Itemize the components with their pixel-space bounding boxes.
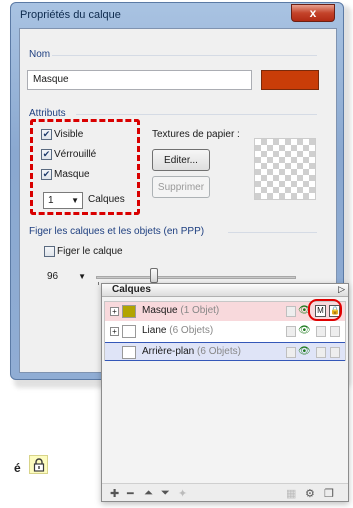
remove-layer-icon[interactable]: ━ — [127, 487, 134, 500]
attributes-group-label: Attributs — [29, 108, 66, 119]
chevron-down-icon: ▼ — [78, 272, 86, 281]
locked-checkbox[interactable]: ✔ Vérrouillé — [41, 149, 96, 160]
print-toggle-icon[interactable] — [286, 306, 296, 317]
layer-thumbnail — [122, 305, 136, 318]
layer-count-select[interactable]: 1 ▼ — [43, 192, 83, 209]
close-button[interactable]: x — [291, 4, 335, 22]
move-up-icon[interactable]: ⏶ — [144, 487, 153, 500]
pin-group-label: Figer les calques et les objets (en PPP) — [29, 226, 205, 237]
visible-label: Visible — [54, 129, 84, 140]
name-group-label: Nom — [29, 49, 51, 60]
name-group-line — [52, 55, 317, 56]
print-toggle-icon[interactable] — [286, 347, 296, 358]
add-layer-icon[interactable]: ✚ — [110, 487, 119, 500]
pin-group-line — [228, 232, 317, 233]
layer-row-liane[interactable]: + Liane (6 Objets) 👁 — [105, 322, 345, 341]
layer-name-input[interactable]: Masque — [27, 70, 252, 90]
expand-icon[interactable]: + — [110, 307, 119, 316]
lock-icon — [29, 455, 48, 474]
check-icon: ✔ — [41, 169, 52, 180]
ppp-select[interactable]: 96 ▼ — [42, 268, 90, 285]
lock-toggle-icon[interactable] — [330, 347, 340, 358]
layer-row-background[interactable]: Arrière-plan (6 Objets) 👁 — [105, 342, 345, 361]
lock-toggle-icon[interactable] — [330, 326, 340, 337]
layer-count-value: 1 — [48, 195, 54, 206]
mask-toggle-icon[interactable] — [316, 347, 326, 358]
locked-label: Vérrouillé — [54, 149, 97, 160]
checkbox-box — [44, 246, 55, 257]
print-toggle-icon[interactable] — [286, 326, 296, 337]
expand-icon[interactable]: + — [110, 327, 119, 336]
layer-name: Masque (1 Objet) — [142, 305, 220, 316]
close-icon: x — [309, 6, 317, 20]
attributes-group-line — [76, 114, 317, 115]
dialog-title: Propriétés du calque — [20, 9, 121, 21]
chevron-down-icon: ▼ — [71, 196, 79, 205]
check-icon: ✔ — [41, 129, 52, 140]
mask-toggle-icon[interactable] — [316, 326, 326, 337]
check-icon: ✔ — [41, 149, 52, 160]
eye-icon[interactable]: 👁 — [298, 325, 311, 336]
slider-tick — [98, 282, 99, 285]
merge-icon[interactable]: ✦ — [178, 487, 187, 500]
edit-button[interactable]: Editer... — [152, 149, 210, 171]
layer-color-swatch[interactable] — [261, 70, 319, 90]
layer-thumbnail — [122, 325, 136, 338]
layer-thumbnail — [122, 346, 136, 359]
mask-label: Masque — [54, 169, 90, 180]
layers-panel-header: Calques ▷ — [102, 284, 348, 297]
panel-menu-icon[interactable]: ▷ — [338, 284, 345, 295]
layers-panel-toolbar: ✚ ━ ⏶ ⏷ ✦ ▦ ⚙ ❐ — [102, 483, 348, 501]
pin-layer-label: Figer le calque — [57, 246, 123, 257]
eye-icon[interactable]: 👁 — [298, 346, 311, 357]
options-icon[interactable]: ▦ — [286, 487, 296, 500]
ppp-slider-track[interactable] — [96, 276, 296, 279]
layer-name: Arrière-plan (6 Objets) — [142, 346, 241, 357]
properties-icon[interactable]: ⚙ — [305, 487, 315, 500]
paper-texture-preview — [254, 138, 316, 200]
duplicate-icon[interactable]: ❐ — [324, 487, 334, 500]
visible-checkbox[interactable]: ✔ Visible — [41, 129, 83, 140]
delete-button[interactable]: Supprimer — [152, 176, 210, 198]
paper-textures-label: Textures de papier : — [152, 129, 240, 140]
layer-name: Liane (6 Objets) — [142, 325, 214, 336]
layer-count-label: Calques — [88, 194, 125, 205]
move-down-icon[interactable]: ⏷ — [161, 487, 170, 500]
mask-checkbox[interactable]: ✔ Masque — [41, 169, 90, 180]
ppp-value: 96 — [47, 271, 59, 282]
layers-panel-title: Calques — [112, 284, 151, 295]
ppp-slider-thumb[interactable] — [150, 268, 158, 283]
side-note-text: é — [14, 461, 21, 475]
pin-layer-checkbox[interactable]: Figer le calque — [44, 246, 123, 257]
highlight-circle — [308, 299, 342, 321]
